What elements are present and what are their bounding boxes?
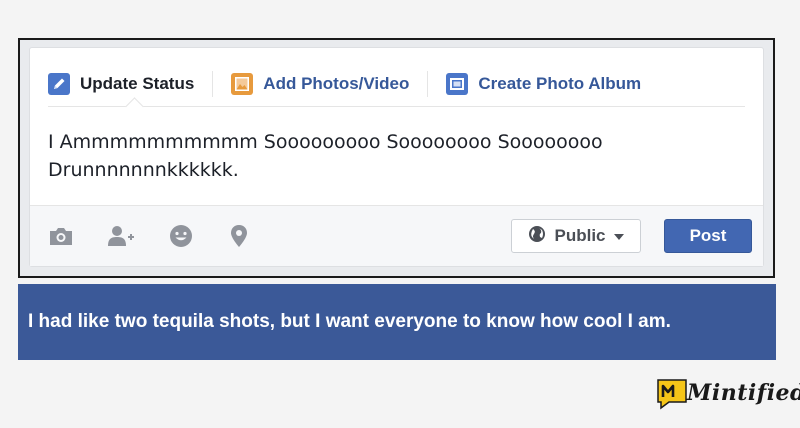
location-pin-icon[interactable] xyxy=(228,224,254,248)
audience-selector[interactable]: Public xyxy=(511,219,641,253)
meme-caption: I had like two tequila shots, but I want… xyxy=(18,284,776,360)
pencil-icon xyxy=(48,73,70,95)
status-text-input[interactable]: I Ammmmmmmmmm Sooooooooo Soooooooo Soooo… xyxy=(48,128,668,184)
tab-label: Create Photo Album xyxy=(478,74,642,93)
feeling-icon[interactable] xyxy=(168,224,194,248)
chevron-down-icon xyxy=(613,234,624,240)
tab-add-photos-video[interactable]: Add Photos/Video xyxy=(231,71,429,97)
mintified-logo: Mintified xyxy=(655,375,800,411)
tag-friends-icon[interactable] xyxy=(106,224,134,248)
screenshot-frame: Update Status Add Photos/Video Create Ph… xyxy=(18,38,775,278)
tab-create-photo-album[interactable]: Create Photo Album xyxy=(446,71,659,97)
audience-label: Public xyxy=(554,226,606,245)
tab-update-status[interactable]: Update Status xyxy=(48,71,214,97)
tab-label: Add Photos/Video xyxy=(263,74,410,93)
mintified-logo-icon xyxy=(657,379,687,410)
camera-icon[interactable] xyxy=(48,224,74,248)
photo-icon xyxy=(231,73,254,95)
album-icon xyxy=(446,73,469,95)
composer-tabs: Update Status Add Photos/Video Create Ph… xyxy=(48,62,745,107)
logo-wordmark: Mintified xyxy=(687,380,800,406)
composer-footer: Public Post xyxy=(30,205,763,266)
status-composer: Update Status Add Photos/Video Create Ph… xyxy=(29,47,764,267)
tab-label: Update Status xyxy=(80,74,195,93)
post-button[interactable]: Post xyxy=(664,219,752,253)
globe-icon xyxy=(528,225,546,248)
